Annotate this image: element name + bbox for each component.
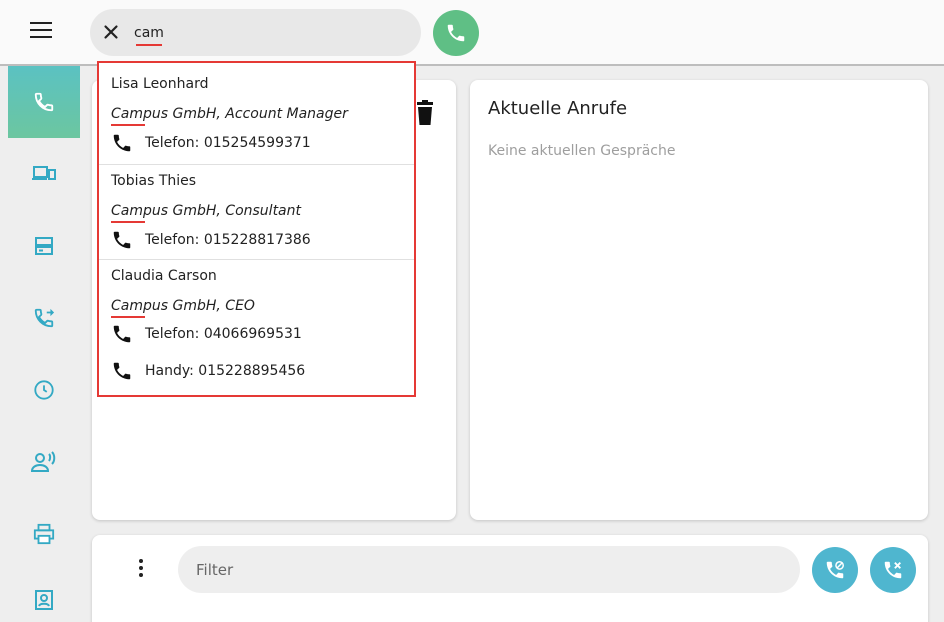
phone-icon (113, 134, 131, 152)
phone-missed-icon (884, 561, 902, 579)
do-not-disturb-call-button[interactable] (812, 547, 858, 593)
sidebar-item-storage[interactable] (8, 210, 80, 282)
contact-result[interactable]: Tobias Thies Campus GmbH, Consultant Tel… (99, 164, 414, 259)
sidebar-item-call-forwarding[interactable] (8, 282, 80, 354)
phone-icon (34, 92, 54, 112)
contact-phone[interactable]: Telefon: 015228817386 (111, 229, 311, 251)
contact-name: Tobias Thies (111, 173, 197, 189)
sidebar (0, 66, 80, 622)
contact-name: Lisa Leonhard (111, 76, 209, 92)
hamburger-menu-icon[interactable] (30, 22, 52, 40)
contact-name: Claudia Carson (111, 268, 217, 284)
phone-icon (113, 362, 131, 380)
call-button[interactable] (433, 10, 479, 56)
phone-icon (113, 325, 131, 343)
spellcheck-underline (111, 221, 145, 223)
current-calls-panel: Aktuelle Anrufe Keine aktuellen Gespräch… (470, 80, 928, 520)
top-bar (0, 0, 944, 66)
spellcheck-underline (111, 316, 145, 318)
spellcheck-underline (111, 124, 145, 126)
search-results-dropdown: Lisa Leonhard Campus GmbH, Account Manag… (97, 61, 416, 397)
phone-number: Telefon: 015254599371 (145, 135, 311, 151)
devices-icon (32, 166, 56, 180)
contact-company: Campus GmbH, Account Manager (111, 106, 348, 122)
close-icon[interactable] (100, 21, 122, 43)
current-calls-title: Aktuelle Anrufe (488, 98, 628, 119)
phone-blocked-icon (826, 561, 844, 579)
contact-card-icon (35, 590, 53, 610)
phone-icon (113, 231, 131, 249)
filter-input[interactable] (178, 546, 800, 593)
sidebar-item-voicemail[interactable] (8, 426, 80, 498)
contact-mobile[interactable]: Handy: 015228895456 (111, 360, 305, 382)
phone-icon (447, 24, 465, 42)
printer-icon (33, 523, 55, 545)
phone-number: Telefon: 04066969531 (145, 326, 302, 342)
missed-call-button[interactable] (870, 547, 916, 593)
filter-panel (92, 535, 928, 622)
storage-icon (35, 237, 53, 255)
search-bar (90, 9, 421, 56)
contact-company: Campus GmbH, Consultant (111, 203, 301, 219)
sidebar-item-history[interactable] (8, 354, 80, 426)
more-vert-icon[interactable] (136, 559, 146, 581)
phone-number: Telefon: 015228817386 (145, 232, 311, 248)
contact-phone[interactable]: Telefon: 015254599371 (111, 132, 311, 154)
voice-user-icon (31, 451, 56, 472)
search-input[interactable] (134, 22, 404, 44)
sidebar-item-contacts[interactable] (8, 564, 80, 622)
phone-number: Handy: 015228895456 (145, 363, 306, 379)
sidebar-item-fax[interactable] (8, 498, 80, 570)
trash-icon[interactable] (414, 100, 436, 126)
contact-phone[interactable]: Telefon: 04066969531 (111, 323, 302, 345)
contact-result[interactable]: Lisa Leonhard Campus GmbH, Account Manag… (99, 63, 414, 164)
sidebar-item-calls[interactable] (8, 66, 80, 138)
sidebar-item-devices[interactable] (8, 138, 80, 210)
current-calls-empty-text: Keine aktuellen Gespräche (488, 143, 676, 159)
contact-company: Campus GmbH, CEO (111, 298, 255, 314)
call-forward-icon (34, 308, 55, 328)
clock-icon (34, 380, 54, 400)
spellcheck-underline (136, 44, 162, 46)
contact-result[interactable]: Claudia Carson Campus GmbH, CEO Telefon:… (99, 259, 414, 395)
